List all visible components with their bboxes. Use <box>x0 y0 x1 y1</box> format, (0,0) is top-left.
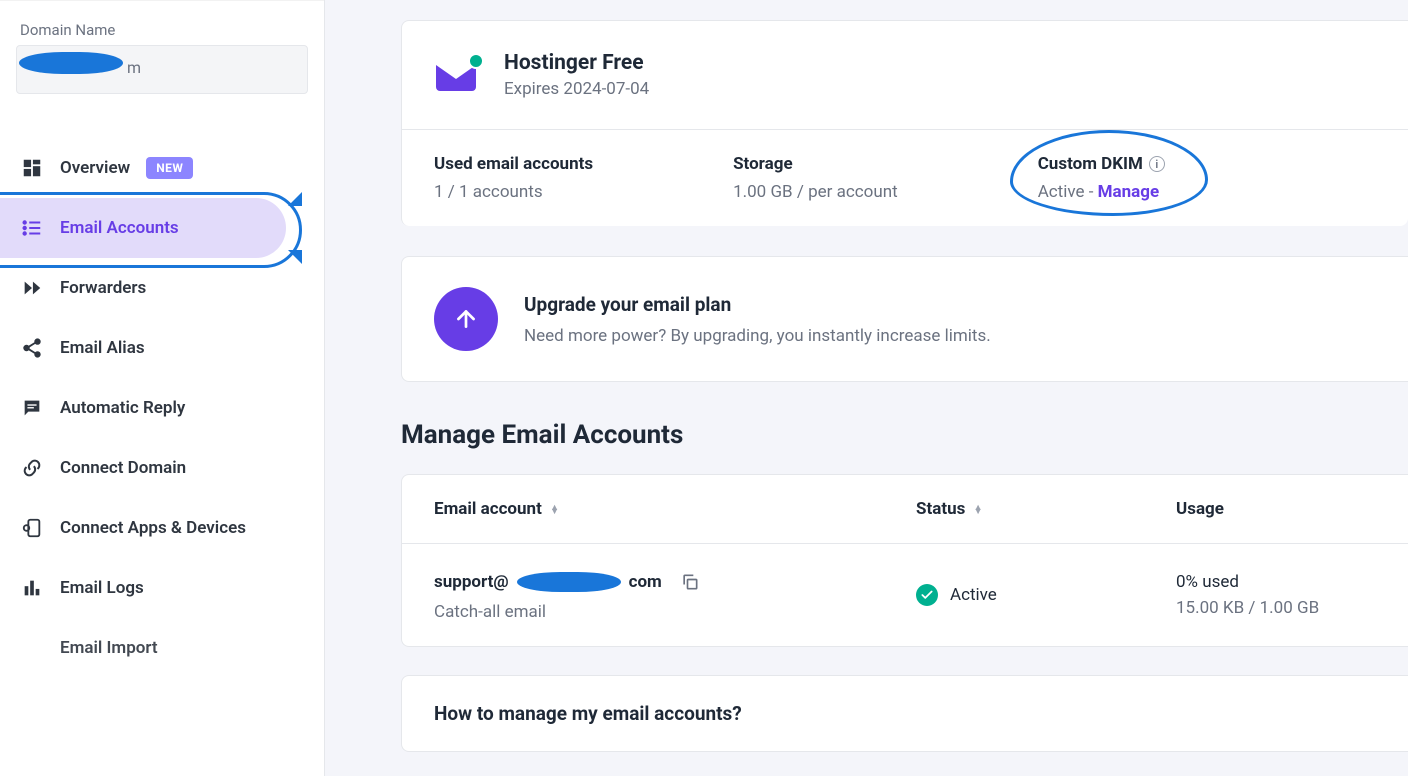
catch-all-label: Catch-all email <box>434 602 916 622</box>
usage-cell: 0% used 15.00 KB / 1.00 GB <box>1176 572 1376 618</box>
stat-label: Used email accounts <box>434 154 593 174</box>
column-label: Status <box>916 499 965 519</box>
manage-dkim-link[interactable]: Manage <box>1098 182 1160 202</box>
plan-stats: Used email accounts 1 / 1 accounts Stora… <box>402 130 1408 226</box>
stat-label: Storage <box>733 154 898 174</box>
dkim-status-text: Active - <box>1038 182 1094 202</box>
sort-icon: ▲▼ <box>974 506 983 514</box>
upgrade-arrow-icon <box>434 287 498 351</box>
column-header-email[interactable]: Email account ▲▼ <box>434 499 916 519</box>
email-address: support@ com <box>434 568 916 596</box>
share-icon <box>20 336 44 360</box>
email-accounts-table: Email account ▲▼ Status ▲▼ Usage support… <box>401 474 1408 647</box>
list-icon <box>20 216 44 240</box>
copy-icon[interactable] <box>676 568 704 596</box>
stat-storage: Storage 1.00 GB / per account <box>733 154 898 202</box>
sidebar-item-label: Forwarders <box>60 278 146 298</box>
sidebar-nav: Overview NEW Email Accounts Forward <box>0 110 324 678</box>
download-icon <box>20 636 44 660</box>
dashboard-icon <box>20 156 44 180</box>
sidebar-item-label: Overview <box>60 158 130 178</box>
sort-icon: ▲▼ <box>550 506 559 514</box>
email-prefix: support@ <box>434 572 509 592</box>
domain-name-suffix: m <box>127 58 141 77</box>
domain-name-label: Domain Name <box>20 21 308 39</box>
stat-used-accounts: Used email accounts 1 / 1 accounts <box>434 154 593 202</box>
plan-expires: Expires 2024-07-04 <box>504 79 649 99</box>
sidebar-item-automatic-reply[interactable]: Automatic Reply <box>0 378 324 438</box>
column-label: Usage <box>1176 499 1224 519</box>
section-title: Manage Email Accounts <box>401 420 1408 450</box>
domain-section: Domain Name placeholder m <box>0 0 324 110</box>
check-circle-icon <box>916 584 938 606</box>
faq-title: How to manage my email accounts? <box>434 702 1376 725</box>
annotation-corner <box>288 192 302 206</box>
stat-value: 1 / 1 accounts <box>434 182 593 202</box>
mail-plan-icon <box>434 55 482 95</box>
sidebar-item-email-logs[interactable]: Email Logs <box>0 558 324 618</box>
faq-card[interactable]: How to manage my email accounts? <box>401 675 1408 752</box>
upgrade-title: Upgrade your email plan <box>524 293 991 316</box>
column-header-status[interactable]: Status ▲▼ <box>916 499 1176 519</box>
forward-icon <box>20 276 44 300</box>
sidebar-item-label: Email Accounts <box>60 218 179 238</box>
sidebar-item-label: Email Logs <box>60 578 144 598</box>
stat-dkim: Custom DKIM i Active - Manage <box>1038 154 1165 202</box>
email-suffix: com <box>629 572 662 592</box>
sidebar-item-label: Connect Domain <box>60 458 186 478</box>
stat-value: Active - Manage <box>1038 182 1165 202</box>
bar-chart-icon <box>20 576 44 600</box>
sidebar-item-connect-domain[interactable]: Connect Domain <box>0 438 324 498</box>
sidebar-item-connect-apps[interactable]: Connect Apps & Devices <box>0 498 324 558</box>
plan-name: Hostinger Free <box>504 51 649 75</box>
sidebar-item-label: Connect Apps & Devices <box>60 518 246 538</box>
column-label: Email account <box>434 499 542 519</box>
table-row: support@ com Catch-all email <box>402 544 1408 646</box>
usage-detail: 15.00 KB / 1.00 GB <box>1176 598 1376 618</box>
new-badge: NEW <box>146 157 193 179</box>
usage-percent: 0% used <box>1176 572 1376 592</box>
info-icon[interactable]: i <box>1149 156 1165 172</box>
status-cell: Active <box>916 584 1176 606</box>
domain-name-select[interactable]: placeholder m <box>16 45 308 94</box>
main-content: Hostinger Free Expires 2024-07-04 Used e… <box>325 0 1408 776</box>
status-text: Active <box>950 585 997 605</box>
sidebar-item-overview[interactable]: Overview NEW <box>0 138 324 198</box>
sidebar-item-forwarders[interactable]: Forwarders <box>0 258 324 318</box>
column-header-usage: Usage <box>1176 499 1376 519</box>
phone-settings-icon <box>20 516 44 540</box>
upgrade-subtitle: Need more power? By upgrading, you insta… <box>524 326 991 346</box>
sidebar-item-label: Email Import <box>60 638 158 658</box>
sidebar-item-email-alias[interactable]: Email Alias <box>0 318 324 378</box>
sidebar-item-email-import[interactable]: Email Import <box>0 618 324 678</box>
sidebar-item-email-accounts[interactable]: Email Accounts <box>0 198 286 258</box>
plan-header: Hostinger Free Expires 2024-07-04 <box>402 21 1408 130</box>
sidebar-item-email-accounts-wrap: Email Accounts <box>0 198 324 258</box>
link-icon <box>20 456 44 480</box>
table-header: Email account ▲▼ Status ▲▼ Usage <box>402 475 1408 544</box>
sidebar-item-label: Email Alias <box>60 338 145 358</box>
sidebar-item-label: Automatic Reply <box>60 398 185 418</box>
sidebar: Domain Name placeholder m Overview NEW <box>0 0 325 776</box>
message-icon <box>20 396 44 420</box>
dkim-label-text: Custom DKIM <box>1038 154 1143 174</box>
stat-value: 1.00 GB / per account <box>733 182 898 202</box>
upgrade-card[interactable]: Upgrade your email plan Need more power?… <box>401 256 1408 382</box>
plan-card: Hostinger Free Expires 2024-07-04 Used e… <box>401 20 1408 226</box>
stat-label: Custom DKIM i <box>1038 154 1165 174</box>
